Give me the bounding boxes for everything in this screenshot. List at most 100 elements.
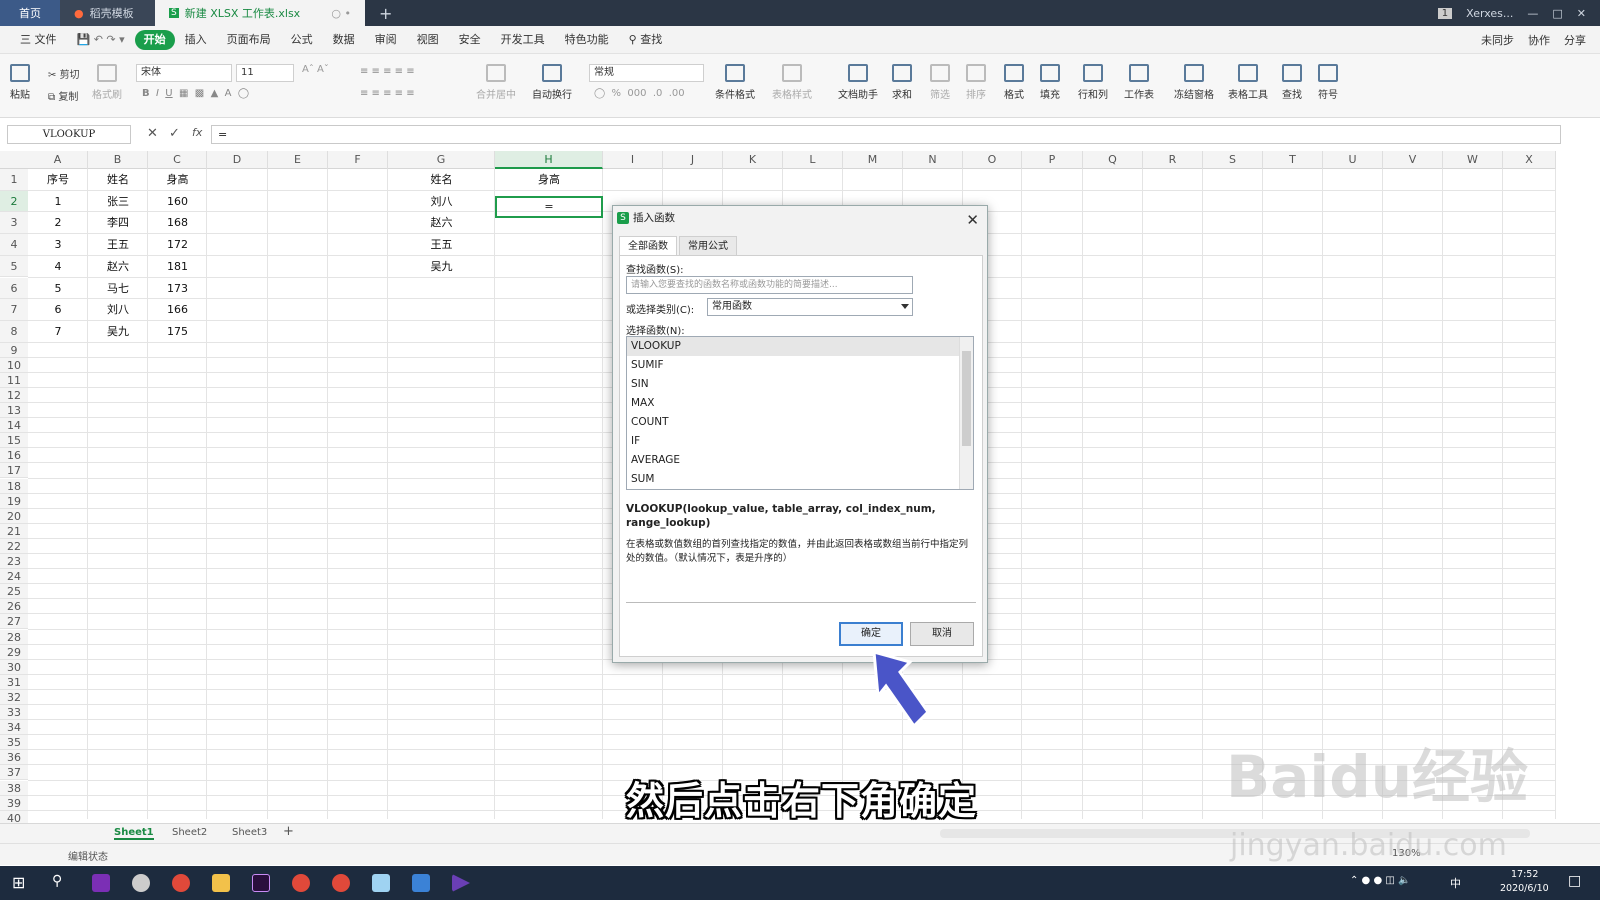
row-header-2[interactable]: 2 — [0, 190, 28, 213]
header-cell-c1[interactable]: 身高 — [148, 169, 207, 191]
row-header-30[interactable]: 30 — [0, 659, 28, 675]
sheet-tab-1[interactable]: Sheet1 — [114, 827, 154, 840]
cell-b5[interactable]: 赵六 — [88, 256, 148, 278]
row-header-37[interactable]: 37 — [0, 765, 28, 781]
row-header-39[interactable]: 39 — [0, 795, 28, 811]
number-format-icons[interactable]: ◯ % 000 .0 .00 — [594, 88, 685, 99]
chrome-icon[interactable] — [172, 874, 190, 892]
tab-docer-templates[interactable]: ● 稻壳模板 — [60, 0, 155, 26]
cancel-icon[interactable]: ✕ — [147, 126, 158, 141]
column-header-t[interactable]: T — [1263, 151, 1323, 169]
row-header-19[interactable]: 19 — [0, 493, 28, 509]
category-select[interactable]: 常用函数 — [707, 298, 913, 316]
column-header-r[interactable]: R — [1143, 151, 1203, 169]
row-header-25[interactable]: 25 — [0, 584, 28, 600]
menu-page-layout[interactable]: 页面布局 — [217, 30, 281, 50]
row-header-27[interactable]: 27 — [0, 614, 28, 630]
column-header-k[interactable]: K — [723, 151, 783, 169]
row-header-22[interactable]: 22 — [0, 538, 28, 554]
column-header-c[interactable]: C — [148, 151, 207, 169]
cell-c3[interactable]: 168 — [148, 212, 207, 234]
list-scrollbar[interactable] — [959, 337, 973, 489]
row-header-15[interactable]: 15 — [0, 433, 28, 449]
active-cell-h2[interactable]: = — [495, 196, 603, 218]
number-format-select[interactable]: 常规 — [589, 64, 704, 82]
app-icon[interactable] — [132, 874, 150, 892]
column-header-x[interactable]: X — [1503, 151, 1556, 169]
merge-center-button[interactable]: 合并居中 — [476, 64, 516, 101]
menu-formulas[interactable]: 公式 — [281, 30, 323, 50]
column-header-s[interactable]: S — [1203, 151, 1263, 169]
menu-special[interactable]: 特色功能 — [555, 30, 619, 50]
cell-b3[interactable]: 李四 — [88, 212, 148, 234]
clock-time[interactable]: 17:52 — [1511, 869, 1538, 880]
column-header-l[interactable]: L — [783, 151, 843, 169]
row-header-38[interactable]: 38 — [0, 780, 28, 796]
close-icon[interactable]: ✕ — [966, 208, 979, 232]
column-header-i[interactable]: I — [603, 151, 663, 169]
row-header-23[interactable]: 23 — [0, 554, 28, 570]
row-header-29[interactable]: 29 — [0, 644, 28, 660]
tray-icons[interactable]: ⌃ ● ● ◫ 🔈 — [1350, 875, 1410, 886]
cell-a4[interactable]: 3 — [28, 234, 88, 256]
file-explorer-icon[interactable] — [212, 874, 230, 892]
cell-c2[interactable]: 160 — [148, 191, 207, 213]
conditional-format-button[interactable]: 条件格式 — [715, 64, 755, 101]
row-header-11[interactable]: 11 — [0, 372, 28, 388]
worksheet-button[interactable]: 工作表 — [1124, 64, 1154, 101]
row-header-17[interactable]: 17 — [0, 463, 28, 479]
copy-button[interactable]: ⧉ 复制 — [48, 88, 78, 103]
notification-icon[interactable]: □ — [1568, 873, 1581, 889]
column-header-q[interactable]: Q — [1083, 151, 1143, 169]
sync-status[interactable]: 未同步 — [1481, 32, 1514, 48]
formula-input[interactable]: = — [211, 125, 1561, 144]
font-size-select[interactable]: 11 — [236, 64, 294, 82]
cell-a7[interactable]: 6 — [28, 299, 88, 321]
row-header-5[interactable]: 5 — [0, 255, 28, 278]
function-search-input[interactable]: 请输入您要查找的函数名称或函数功能的简要描述... — [626, 276, 913, 294]
add-sheet-button[interactable]: + — [283, 824, 294, 839]
function-item-max[interactable]: MAX — [627, 394, 973, 413]
row-header-36[interactable]: 36 — [0, 750, 28, 766]
row-header-34[interactable]: 34 — [0, 720, 28, 736]
cell-a2[interactable]: 1 — [28, 191, 88, 213]
column-header-a[interactable]: A — [28, 151, 88, 169]
collaborate-button[interactable]: 协作 — [1528, 32, 1550, 48]
quick-access-icons[interactable]: 💾 ↶ ↷ ▾ — [67, 30, 135, 50]
cell-a3[interactable]: 2 — [28, 212, 88, 234]
search-icon[interactable]: ⚲ — [52, 873, 62, 889]
column-header-v[interactable]: V — [1383, 151, 1443, 169]
row-header-14[interactable]: 14 — [0, 418, 28, 434]
tab-workbook[interactable]: S 新建 XLSX 工作表.xlsx ○ • — [155, 0, 365, 26]
minimize-icon[interactable]: — — [1527, 7, 1538, 20]
format-button[interactable]: 格式 — [1004, 64, 1024, 101]
row-header-3[interactable]: 3 — [0, 212, 28, 235]
function-item-average[interactable]: AVERAGE — [627, 451, 973, 470]
menu-developer[interactable]: 开发工具 — [491, 30, 555, 50]
premiere-icon[interactable] — [252, 874, 270, 892]
menu-review[interactable]: 审阅 — [365, 30, 407, 50]
menu-file[interactable]: 三 文件 — [10, 30, 67, 50]
header-cell-h1[interactable]: 身高 — [495, 169, 603, 191]
paste-button[interactable]: 粘贴 — [10, 64, 30, 101]
column-header-m[interactable]: M — [843, 151, 903, 169]
column-header-f[interactable]: F — [328, 151, 388, 169]
windows-start-icon[interactable]: ⊞ — [12, 873, 25, 892]
column-header-d[interactable]: D — [207, 151, 268, 169]
column-header-b[interactable]: B — [88, 151, 148, 169]
row-header-8[interactable]: 8 — [0, 320, 28, 343]
confirm-icon[interactable]: ✓ — [169, 126, 180, 141]
cell-c6[interactable]: 173 — [148, 278, 207, 300]
onenote-icon[interactable] — [92, 874, 110, 892]
font-grow-shrink-icons[interactable]: Aˆ Aˇ — [302, 64, 329, 75]
function-list[interactable]: VLOOKUP SUMIF SIN MAX COUNT IF AVERAGE S… — [626, 336, 974, 490]
row-header-6[interactable]: 6 — [0, 277, 28, 300]
wrap-text-button[interactable]: 自动换行 — [532, 64, 572, 101]
cell-g2[interactable]: 刘八 — [388, 191, 495, 213]
maximize-icon[interactable]: □ — [1552, 7, 1562, 20]
row-header-18[interactable]: 18 — [0, 478, 28, 494]
row-header-7[interactable]: 7 — [0, 299, 28, 321]
cell-c8[interactable]: 175 — [148, 321, 207, 343]
table-style-button[interactable]: 表格样式 — [772, 64, 812, 101]
row-header-21[interactable]: 21 — [0, 523, 28, 539]
